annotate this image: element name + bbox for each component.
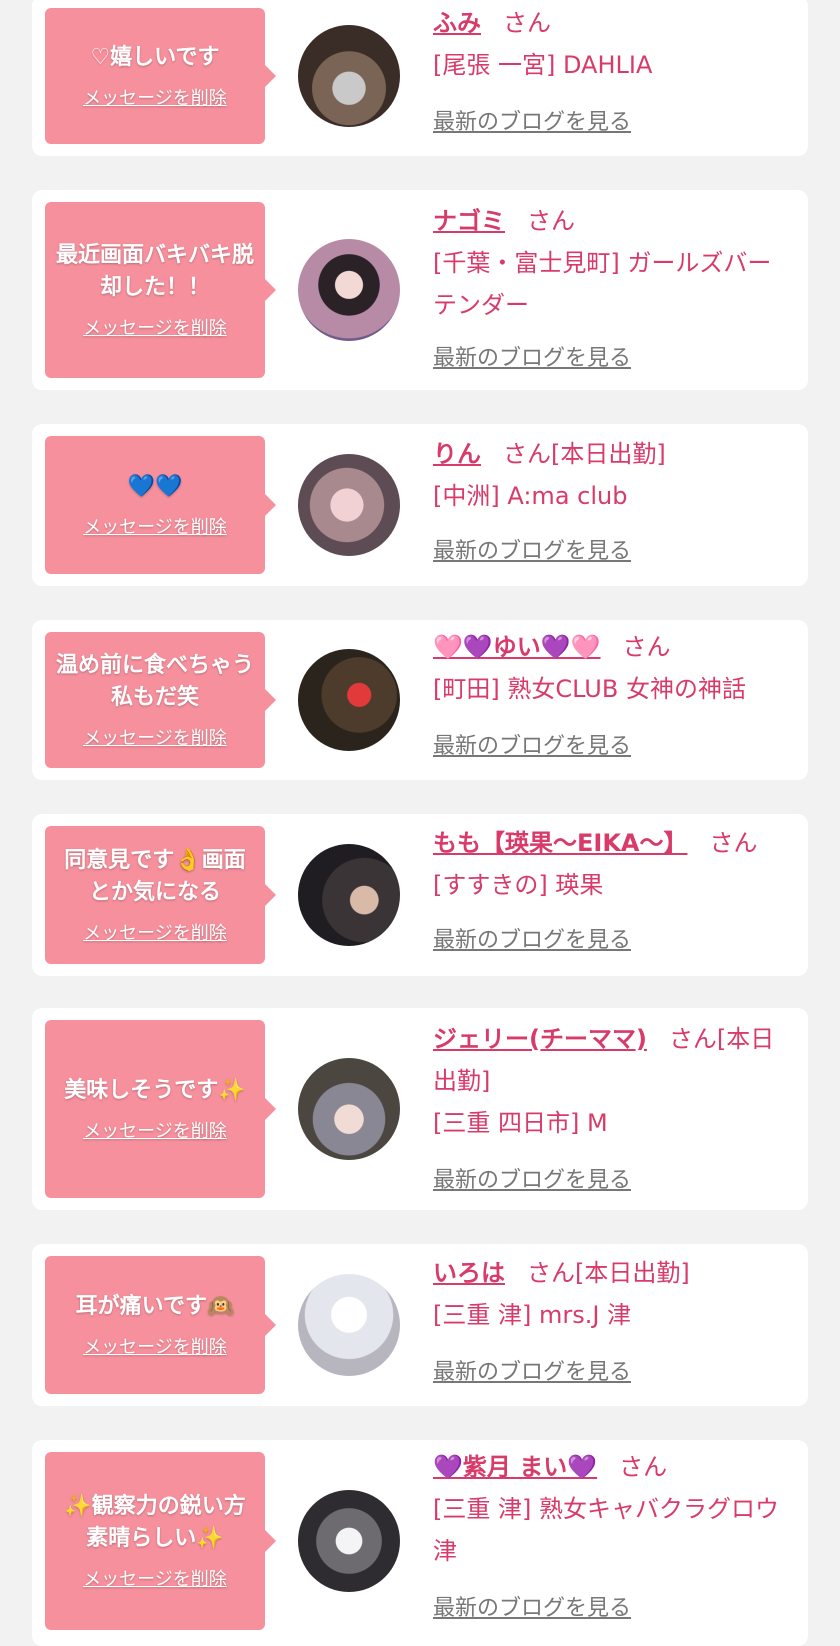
store-label: [尾張 一宮] DAHLIA bbox=[433, 51, 653, 79]
message-bubble: 最近画面バキバキ脱却した！！ メッセージを削除 bbox=[45, 202, 276, 378]
name-link[interactable]: いろは bbox=[433, 1259, 505, 1287]
store-label: [すすきの] 瑛果 bbox=[433, 871, 604, 899]
profile-info: ふみ さん [尾張 一宮] DAHLIA 最新のブログを見る bbox=[433, 2, 794, 152]
avatar[interactable] bbox=[298, 454, 400, 556]
name-suffix: さん[本日出勤] bbox=[503, 440, 666, 468]
avatar[interactable] bbox=[298, 1058, 400, 1160]
message-bubble: 温め前に食べちゃう私もだ笑 メッセージを削除 bbox=[45, 632, 276, 768]
avatar[interactable] bbox=[298, 1490, 400, 1592]
store-label: [三重 四日市] M bbox=[433, 1109, 608, 1137]
message-bubble: 同意見です👌画面とか気になる メッセージを削除 bbox=[45, 826, 276, 964]
avatar[interactable] bbox=[298, 239, 400, 341]
delete-message-button[interactable]: メッセージを削除 bbox=[83, 1117, 227, 1143]
name-suffix: さん bbox=[709, 829, 758, 857]
name-link[interactable]: ナゴミ bbox=[433, 207, 505, 235]
store-label: [町田] 熟女CLUB 女神の神話 bbox=[433, 675, 746, 703]
profile-info: いろは さん[本日出勤] [三重 津] mrs.J 津 最新のブログを見る bbox=[433, 1252, 794, 1402]
avatar[interactable] bbox=[298, 649, 400, 751]
avatar[interactable] bbox=[298, 25, 400, 127]
delete-message-button[interactable]: メッセージを削除 bbox=[83, 919, 227, 945]
message-bubble: 耳が痛いです🙉 メッセージを削除 bbox=[45, 1256, 276, 1394]
list-item: 温め前に食べちゃう私もだ笑 メッセージを削除 🩷💜ゆい💜🩷 さん [町田] 熟女C… bbox=[32, 620, 808, 780]
profile-info: 💜紫月 まい💜 さん [三重 津] 熟女キャバクラグロウ津 最新のブログを見る bbox=[433, 1446, 794, 1636]
store-label: [三重 津] mrs.J 津 bbox=[433, 1301, 632, 1329]
latest-blog-link[interactable]: 最新のブログを見る bbox=[433, 922, 631, 954]
message-text: 💙💙 bbox=[127, 474, 183, 499]
latest-blog-link[interactable]: 最新のブログを見る bbox=[433, 1354, 631, 1386]
message-bubble: 美味しそうです✨ メッセージを削除 bbox=[45, 1020, 276, 1198]
name-suffix: さん bbox=[622, 633, 671, 661]
message-text: ✨観察力の鋭い方素晴らしい✨ bbox=[64, 1494, 246, 1551]
delete-message-button[interactable]: メッセージを削除 bbox=[83, 513, 227, 539]
name-suffix: さん[本日出勤] bbox=[527, 1259, 690, 1287]
name-suffix: さん bbox=[527, 207, 575, 235]
profile-info: りん さん[本日出勤] [中洲] A:ma club 最新のブログを見る bbox=[433, 433, 794, 583]
latest-blog-link[interactable]: 最新のブログを見る bbox=[433, 533, 631, 565]
latest-blog-link[interactable]: 最新のブログを見る bbox=[433, 1162, 631, 1194]
message-text: 温め前に食べちゃう私もだ笑 bbox=[55, 653, 254, 710]
message-text: 最近画面バキバキ脱却した！！ bbox=[55, 243, 254, 300]
avatar[interactable] bbox=[298, 844, 400, 946]
delete-message-button[interactable]: メッセージを削除 bbox=[83, 1333, 227, 1359]
name-link[interactable]: 💜紫月 まい💜 bbox=[433, 1453, 597, 1481]
profile-info: ジェリー(チーママ) さん[本日出勤] [三重 四日市] M 最新のブログを見る bbox=[433, 1018, 794, 1204]
name-suffix: さん bbox=[619, 1453, 668, 1481]
store-label: [千葉・富士見町] ガールズバーテンダー bbox=[433, 249, 772, 319]
latest-blog-link[interactable]: 最新のブログを見る bbox=[433, 340, 631, 372]
message-bubble: ✨観察力の鋭い方素晴らしい✨ メッセージを削除 bbox=[45, 1452, 276, 1630]
store-label: [中洲] A:ma club bbox=[433, 482, 628, 510]
profile-info: 🩷💜ゆい💜🩷 さん [町田] 熟女CLUB 女神の神話 最新のブログを見る bbox=[433, 626, 794, 776]
delete-message-button[interactable]: メッセージを削除 bbox=[83, 84, 227, 110]
message-bubble: ♡嬉しいです メッセージを削除 bbox=[45, 8, 276, 144]
list-item: 耳が痛いです🙉 メッセージを削除 いろは さん[本日出勤] [三重 津] mrs.… bbox=[32, 1244, 808, 1406]
delete-message-button[interactable]: メッセージを削除 bbox=[83, 724, 227, 750]
list-item: 美味しそうです✨ メッセージを削除 ジェリー(チーママ) さん[本日出勤] [三重… bbox=[32, 1008, 808, 1210]
list-item: 最近画面バキバキ脱却した！！ メッセージを削除 ナゴミ さん [千葉・富士見町] … bbox=[32, 190, 808, 390]
profile-info: ナゴミ さん [千葉・富士見町] ガールズバーテンダー 最新のブログを見る bbox=[433, 200, 794, 380]
name-link[interactable]: ふみ bbox=[433, 9, 481, 37]
latest-blog-link[interactable]: 最新のブログを見る bbox=[433, 728, 631, 760]
name-link[interactable]: りん bbox=[433, 440, 481, 468]
list-item: 💙💙 メッセージを削除 りん さん[本日出勤] [中洲] A:ma club 最新… bbox=[32, 424, 808, 586]
profile-info: もも【瑛果〜EIKA〜】 さん [すすきの] 瑛果 最新のブログを見る bbox=[433, 822, 794, 972]
delete-message-button[interactable]: メッセージを削除 bbox=[83, 1565, 227, 1591]
message-text: ♡嬉しいです bbox=[90, 45, 220, 70]
message-text: 美味しそうです✨ bbox=[64, 1078, 246, 1103]
message-text: 同意見です👌画面とか気になる bbox=[64, 848, 246, 905]
list-item: ✨観察力の鋭い方素晴らしい✨ メッセージを削除 💜紫月 まい💜 さん [三重 津]… bbox=[32, 1440, 808, 1646]
message-bubble: 💙💙 メッセージを削除 bbox=[45, 436, 276, 574]
latest-blog-link[interactable]: 最新のブログを見る bbox=[433, 1590, 631, 1622]
store-label: [三重 津] 熟女キャバクラグロウ津 bbox=[433, 1495, 779, 1565]
message-text: 耳が痛いです🙉 bbox=[75, 1294, 235, 1319]
name-suffix: さん bbox=[503, 9, 551, 37]
list-item: 同意見です👌画面とか気になる メッセージを削除 もも【瑛果〜EIKA〜】 さん [… bbox=[32, 814, 808, 976]
name-link[interactable]: ジェリー(チーママ) bbox=[433, 1025, 647, 1053]
delete-message-button[interactable]: メッセージを削除 bbox=[83, 314, 227, 340]
name-link[interactable]: 🩷💜ゆい💜🩷 bbox=[433, 633, 601, 661]
message-list: ♡嬉しいです メッセージを削除 ふみ さん [尾張 一宮] DAHLIA 最新のブ… bbox=[0, 0, 840, 1646]
avatar[interactable] bbox=[298, 1274, 400, 1376]
name-link[interactable]: もも【瑛果〜EIKA〜】 bbox=[433, 829, 688, 857]
latest-blog-link[interactable]: 最新のブログを見る bbox=[433, 104, 631, 136]
list-item: ♡嬉しいです メッセージを削除 ふみ さん [尾張 一宮] DAHLIA 最新のブ… bbox=[32, 0, 808, 156]
